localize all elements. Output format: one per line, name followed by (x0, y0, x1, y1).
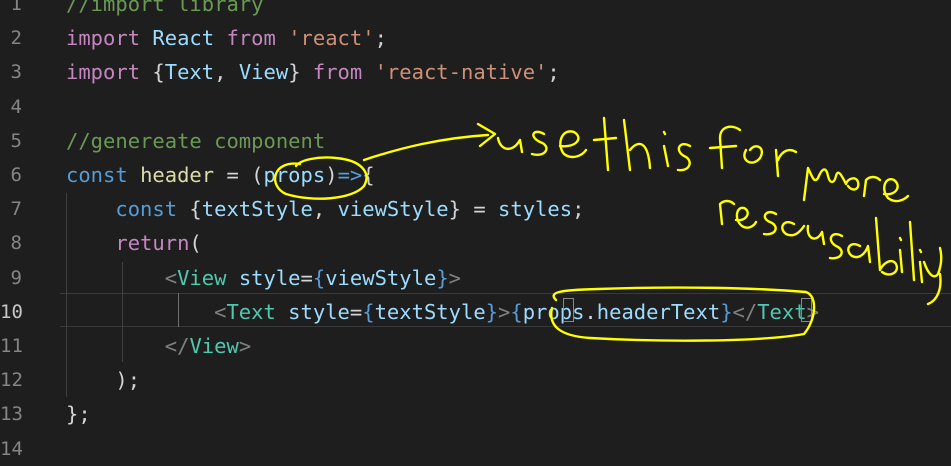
arrow-line (362, 133, 490, 162)
handwritten-annotation (274, 116, 943, 342)
props-circle (274, 156, 368, 200)
handwriting-this (592, 116, 692, 172)
handwriting-more (802, 166, 910, 203)
headertext-circle (550, 286, 816, 342)
handwriting-use (496, 130, 588, 159)
handwriting-for (708, 125, 798, 178)
